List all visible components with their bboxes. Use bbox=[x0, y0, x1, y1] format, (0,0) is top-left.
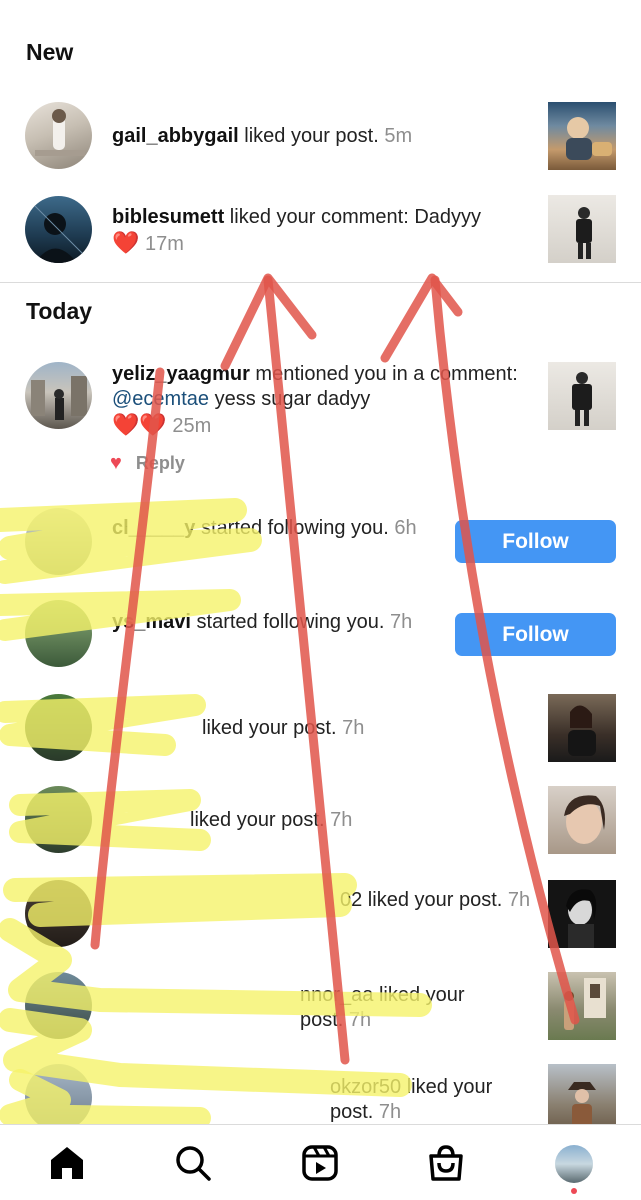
notification-text: yeliz_yaagmur mentioned you in a comment… bbox=[112, 362, 522, 439]
action-text: 02 liked your post. bbox=[340, 889, 503, 911]
post-thumbnail[interactable] bbox=[548, 880, 616, 948]
notification-row[interactable]: 02 liked your post. 7h bbox=[0, 880, 641, 960]
heart-emoji-icon: ❤️ bbox=[112, 230, 140, 255]
section-divider bbox=[0, 282, 641, 283]
section-title-new: New bbox=[26, 39, 74, 65]
notification-text: ys_mavi started following you. 7h bbox=[112, 610, 442, 635]
username[interactable]: yeliz_yaagmur bbox=[112, 363, 250, 385]
avatar[interactable] bbox=[25, 362, 92, 429]
reply-row: ♥ Reply bbox=[110, 452, 185, 475]
notification-text: gail_abbygail liked your post. 5m bbox=[112, 124, 412, 149]
mention-link[interactable]: @ecemtae bbox=[112, 388, 209, 410]
avatar[interactable] bbox=[25, 694, 92, 761]
action-text: mentioned you in a comment: bbox=[249, 363, 518, 385]
like-comment-heart-icon[interactable]: ♥ bbox=[110, 452, 122, 474]
notification-row[interactable]: liked your post. 7h bbox=[0, 694, 641, 774]
username[interactable]: ys_mavi bbox=[112, 611, 191, 633]
action-text: liked your comment: Dadyyy bbox=[224, 206, 482, 228]
reply-button[interactable]: Reply bbox=[136, 453, 185, 473]
action-text: started following you. bbox=[190, 611, 385, 633]
notification-row[interactable]: liked your post. 7h bbox=[0, 786, 641, 866]
notification-row-follow[interactable]: ys_mavi started following you. 7h Follow bbox=[0, 600, 641, 680]
action-text: liked your post. bbox=[190, 809, 325, 831]
notification-text: nnor_aa liked your post. 7h bbox=[300, 983, 500, 1033]
notification-text: liked your post. 7h bbox=[202, 716, 364, 741]
timestamp: 5m bbox=[384, 125, 413, 147]
action-text: nnor_aa liked your post. bbox=[300, 984, 465, 1031]
shop-icon[interactable] bbox=[426, 1143, 466, 1183]
post-thumbnail[interactable] bbox=[548, 362, 616, 430]
reels-icon[interactable] bbox=[300, 1143, 340, 1183]
timestamp: 17m bbox=[144, 233, 184, 255]
notification-text: okzor50 liked your post. 7h bbox=[330, 1075, 530, 1125]
timestamp: 7h bbox=[507, 889, 531, 911]
mention-message: yess sugar dadyy bbox=[209, 388, 371, 410]
username[interactable]: cl_____y bbox=[112, 517, 195, 539]
avatar[interactable] bbox=[25, 972, 92, 1039]
avatar[interactable] bbox=[25, 508, 92, 575]
post-thumbnail[interactable] bbox=[548, 972, 616, 1040]
avatar[interactable] bbox=[25, 196, 92, 263]
notification-text: 02 liked your post. 7h bbox=[340, 888, 540, 913]
notification-row[interactable]: gail_abbygail liked your post. 5m bbox=[0, 98, 641, 178]
notification-row[interactable]: nnor_aa liked your post. 7h bbox=[0, 972, 641, 1052]
post-thumbnail[interactable] bbox=[548, 786, 616, 854]
post-thumbnail[interactable] bbox=[548, 102, 616, 170]
avatar[interactable] bbox=[25, 880, 92, 947]
timestamp: 6h bbox=[394, 517, 417, 539]
timestamp: 7h bbox=[342, 717, 365, 739]
profile-avatar[interactable] bbox=[555, 1145, 593, 1183]
timestamp: 7h bbox=[330, 809, 353, 831]
action-text: okzor50 liked your post. bbox=[330, 1076, 493, 1123]
post-thumbnail[interactable] bbox=[548, 694, 616, 762]
bottom-nav bbox=[0, 1124, 641, 1200]
search-icon[interactable] bbox=[173, 1143, 213, 1183]
notification-row-follow[interactable]: cl_____y started following you. 6h Follo… bbox=[0, 508, 641, 588]
timestamp: 25m bbox=[172, 415, 212, 437]
timestamp: 7h bbox=[348, 1009, 372, 1031]
avatar[interactable] bbox=[25, 786, 92, 853]
timestamp: 7h bbox=[378, 1101, 402, 1123]
post-thumbnail[interactable] bbox=[548, 195, 616, 263]
section-title-today: Today bbox=[26, 298, 93, 324]
notification-row-mention[interactable]: yeliz_yaagmur mentioned you in a comment… bbox=[0, 362, 641, 472]
timestamp: 7h bbox=[389, 611, 413, 633]
username[interactable]: gail_abbygail bbox=[112, 125, 239, 147]
action-text: liked your post. bbox=[238, 125, 379, 147]
follow-button[interactable]: Follow bbox=[455, 520, 616, 563]
avatar[interactable] bbox=[25, 600, 92, 667]
post-thumbnail[interactable] bbox=[548, 1064, 616, 1132]
avatar[interactable] bbox=[25, 1064, 92, 1131]
notification-text: biblesumett liked your comment: Dadyyy ❤… bbox=[112, 205, 481, 257]
heart-emoji-icon: ❤️❤️ bbox=[112, 412, 167, 437]
username[interactable]: biblesumett bbox=[112, 206, 224, 228]
follow-button[interactable]: Follow bbox=[455, 613, 616, 656]
notification-text: liked your post. 7h bbox=[190, 808, 352, 833]
home-icon[interactable] bbox=[47, 1143, 87, 1183]
notification-text: cl_____y started following you. 6h bbox=[112, 516, 442, 541]
notification-row[interactable]: biblesumett liked your comment: Dadyyy ❤… bbox=[0, 192, 641, 272]
avatar[interactable] bbox=[25, 102, 92, 169]
notification-dot-icon bbox=[571, 1188, 577, 1194]
action-text: started following you. bbox=[195, 517, 389, 539]
action-text: liked your post. bbox=[202, 717, 337, 739]
